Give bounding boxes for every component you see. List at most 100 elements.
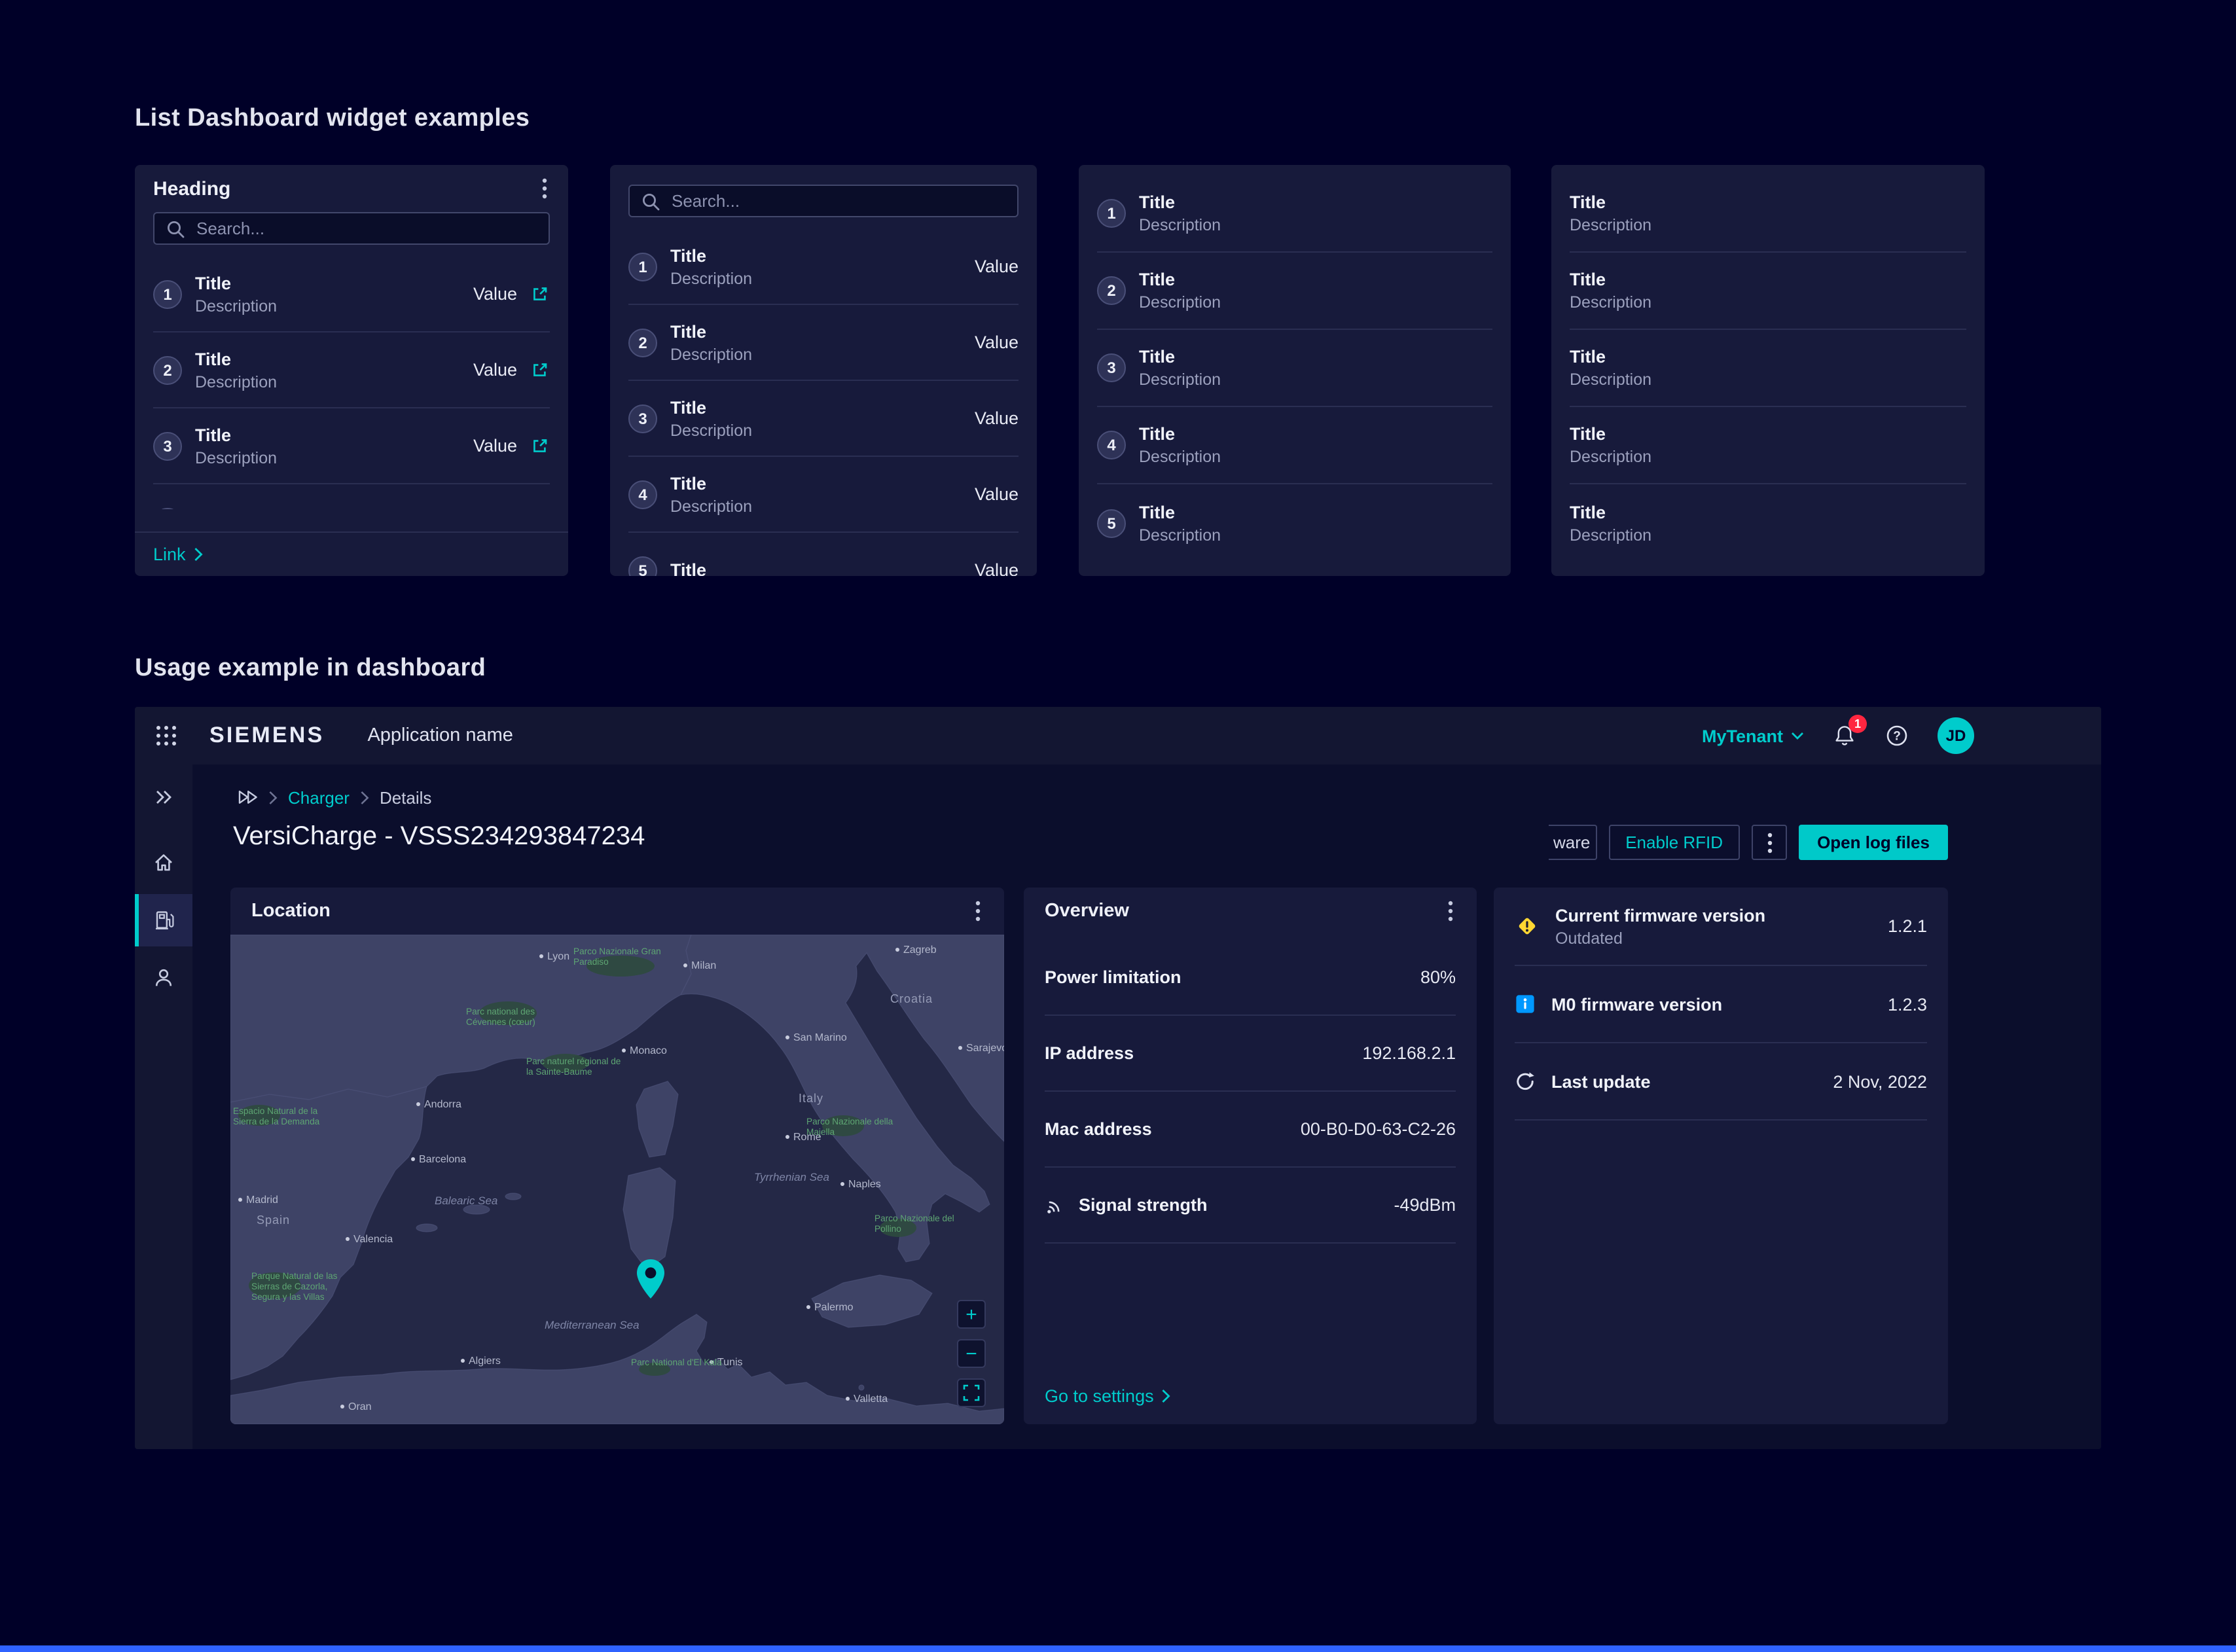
open-log-files-button[interactable]: Open log files — [1799, 825, 1948, 860]
notification-badge: 1 — [1848, 715, 1867, 733]
link-label: Link — [153, 545, 186, 564]
list-item[interactable]: Title Description — [1570, 330, 1966, 407]
truncated-action-button[interactable]: ware — [1548, 825, 1596, 860]
enable-rfid-button[interactable]: Enable RFID — [1608, 825, 1740, 860]
item-description: Description — [1570, 369, 1651, 390]
kebab-menu-icon[interactable] — [1445, 898, 1456, 924]
item-description: Description — [670, 495, 752, 516]
list-item[interactable]: 3 Title Description Value — [628, 381, 1019, 457]
item-description: Description — [1570, 524, 1651, 545]
notifications-button[interactable]: 1 — [1833, 724, 1856, 747]
item-text: Title Description — [1570, 268, 1651, 313]
kebab-menu-icon[interactable] — [973, 898, 983, 924]
row-label: Signal strength — [1079, 1195, 1208, 1215]
row-label: IP address — [1045, 1043, 1134, 1063]
sidebar-item-home[interactable] — [135, 836, 192, 889]
item-value: Value — [975, 408, 1019, 428]
list-item[interactable]: 4 Title Description — [1097, 407, 1492, 484]
widget-list: 1 Title Description Value 2 Title Descri… — [153, 257, 550, 509]
list-item[interactable]: Title Description — [1570, 175, 1966, 253]
go-to-settings-link[interactable]: Go to settings — [1045, 1386, 1171, 1406]
search-box[interactable] — [153, 212, 550, 245]
map-pin-icon — [635, 1258, 666, 1300]
list-item-clipped[interactable]: 5 Title Value — [628, 533, 1019, 576]
item-value: Value — [473, 360, 517, 380]
help-button[interactable]: ? — [1885, 724, 1909, 747]
item-text: Title Description — [195, 423, 277, 468]
list-item[interactable]: 3 Title Description Value — [153, 408, 550, 484]
card-header: Overview — [1024, 888, 1477, 935]
item-text: Title Description — [195, 348, 277, 392]
item-value: Value — [975, 332, 1019, 352]
more-actions-button[interactable] — [1752, 825, 1787, 860]
item-title: Title — [670, 396, 752, 418]
settings-link-label: Go to settings — [1045, 1386, 1154, 1406]
breadcrumb-charger[interactable]: Charger — [288, 787, 350, 807]
item-text: Title Description — [670, 244, 752, 289]
sidebar-item-charger[interactable] — [135, 894, 192, 946]
external-link-icon[interactable] — [530, 284, 550, 304]
list-item[interactable]: 1 Title Description Value — [628, 229, 1019, 305]
sidebar-item-users[interactable] — [135, 952, 192, 1004]
item-title: Title — [670, 320, 752, 342]
map-controls: + − — [957, 1300, 986, 1407]
item-number-badge — [153, 507, 182, 509]
search-input[interactable] — [194, 217, 537, 240]
list-item[interactable]: 5 Title Description — [1097, 484, 1492, 562]
list-item[interactable]: 4 Title Description Value — [628, 457, 1019, 533]
list-item[interactable]: 1 Title Description — [1097, 175, 1492, 253]
external-link-icon[interactable] — [530, 436, 550, 456]
list-item[interactable]: 1 Title Description Value — [153, 257, 550, 332]
card-footer-link[interactable]: Link — [135, 531, 568, 576]
zoom-out-button[interactable]: − — [957, 1339, 986, 1368]
list-item[interactable]: 2 Title Description Value — [628, 305, 1019, 381]
info-icon — [1515, 994, 1536, 1015]
firmware-rows: Current firmware version Outdated 1.2.1 … — [1515, 888, 1927, 1121]
row-value: 192.168.2.1 — [1362, 1043, 1456, 1063]
list-item-clipped[interactable]: Title — [153, 484, 550, 509]
search-box[interactable] — [628, 185, 1019, 217]
list-item[interactable]: Title Description — [1570, 407, 1966, 484]
kebab-menu-icon[interactable] — [539, 175, 550, 202]
item-description: Description — [670, 344, 752, 365]
search-input[interactable] — [669, 190, 1005, 212]
sidebar-expand-button[interactable] — [135, 774, 192, 821]
row-value: 80% — [1420, 967, 1456, 987]
item-text: Title Description — [670, 472, 752, 516]
row-text: M0 firmware version — [1551, 993, 1722, 1015]
item-title: Title — [1570, 501, 1651, 523]
row-label: Current firmware version — [1555, 904, 1765, 926]
list-item[interactable]: 2 Title Description Value — [153, 332, 550, 408]
zoom-in-button[interactable]: + — [957, 1300, 986, 1329]
application-name: Application name — [367, 725, 513, 746]
item-text: Title Description — [1139, 268, 1221, 313]
item-description: Description — [1139, 292, 1221, 313]
widget-list: Title Description Title Description Titl… — [1570, 175, 1966, 562]
row-label: M0 firmware version — [1551, 993, 1722, 1015]
map-graphic — [230, 935, 1004, 1424]
item-value: Value — [975, 560, 1019, 576]
item-number-badge: 5 — [1097, 509, 1126, 537]
breadcrumb-root-icon[interactable] — [237, 787, 258, 808]
list-item[interactable]: 2 Title Description — [1097, 253, 1492, 330]
list-item[interactable]: Title Description — [1570, 484, 1966, 562]
tenant-label: MyTenant — [1702, 726, 1783, 745]
firmware-card: Current firmware version Outdated 1.2.1 … — [1494, 888, 1948, 1424]
map[interactable]: LyonMilanZagrebParco Nazionale Gran Para… — [230, 935, 1004, 1424]
card-heading: Heading — [153, 177, 230, 200]
external-link-icon[interactable] — [530, 360, 550, 380]
tenant-selector[interactable]: MyTenant — [1702, 726, 1804, 745]
overview-row: Mac address 00-B0-D0-63-C2-26 — [1045, 1092, 1456, 1168]
item-title: Title — [1139, 423, 1221, 445]
section-title-widgets: List Dashboard widget examples — [135, 105, 530, 134]
app-switcher-icon[interactable] — [154, 724, 178, 747]
list-item[interactable]: Title Description — [1570, 253, 1966, 330]
fullscreen-button[interactable] — [957, 1378, 986, 1407]
user-avatar[interactable]: JD — [1938, 717, 1974, 754]
item-text: Title Description — [1139, 346, 1221, 390]
item-text: Title Description — [1570, 423, 1651, 467]
item-description: Description — [1139, 524, 1221, 545]
list-item[interactable]: 3 Title Description — [1097, 330, 1492, 407]
row-label: Last update — [1551, 1070, 1651, 1092]
item-text: Title Description — [1139, 501, 1221, 545]
